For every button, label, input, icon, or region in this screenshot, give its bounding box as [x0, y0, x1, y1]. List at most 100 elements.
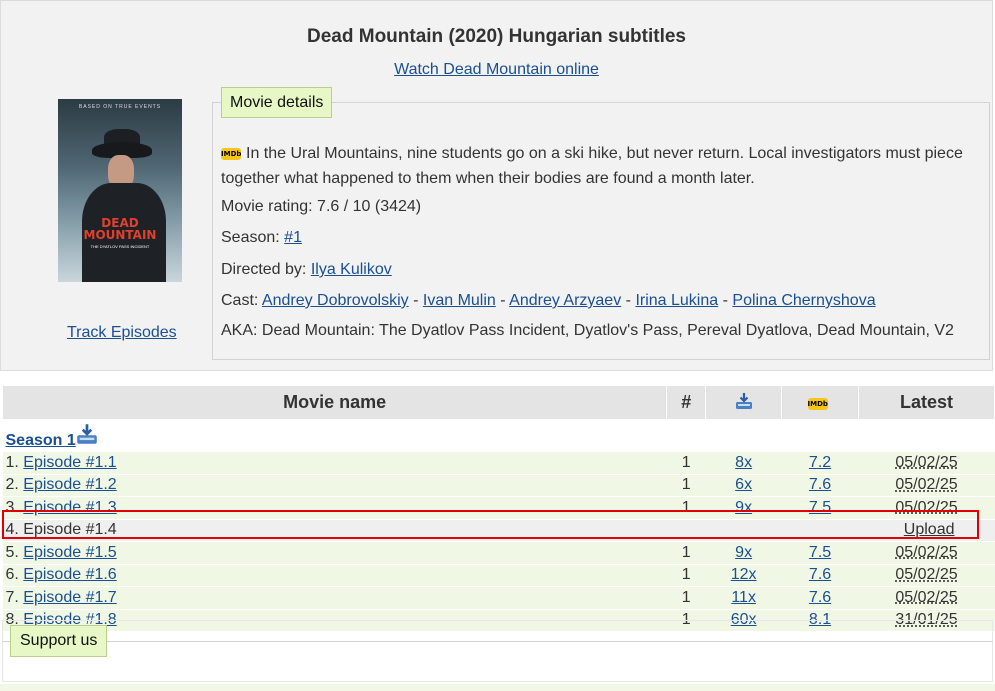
- episode-count: [666, 519, 706, 542]
- episode-index: 1.: [5, 453, 19, 471]
- episode-downloads-link[interactable]: 12x: [731, 566, 757, 583]
- watch-online-link-wrap: Watch Dead Mountain online: [0, 61, 993, 79]
- episodes-table: Movie name # IMDb Latest Season 1 1. Epi…: [1, 385, 995, 632]
- episode-rating-link[interactable]: 7.5: [809, 544, 831, 561]
- header-movie-name[interactable]: Movie name: [1, 385, 668, 420]
- cast-separator: -: [500, 292, 506, 309]
- season-row: Season 1: [3, 420, 995, 453]
- description-text: In the Ural Mountains, nine students go …: [221, 145, 963, 187]
- cast-label: Cast:: [221, 292, 259, 309]
- cast-link[interactable]: Andrey Dobrovolskiy: [262, 292, 409, 309]
- table-row: 6. Episode #1.6 1 12x 7.6 05/02/25: [2, 564, 995, 587]
- movie-details-legend: Movie details: [221, 87, 333, 118]
- episode-rating-link[interactable]: 7.6: [809, 589, 831, 606]
- episode-rating-link[interactable]: 7.5: [809, 499, 831, 516]
- episode-count: 1: [666, 541, 706, 565]
- table-row: 2. Episode #1.2 1 6x 7.6 05/02/25: [2, 474, 995, 497]
- episode-count: 1: [666, 564, 706, 587]
- episode-link[interactable]: Episode #1.5: [23, 544, 116, 561]
- support-us-button[interactable]: Support us: [10, 625, 108, 657]
- movie-poster[interactable]: BASED ON TRUE EVENTS DEAD MOUNTAIN THE D…: [58, 99, 182, 282]
- aka-label: AKA:: [221, 322, 258, 339]
- episode-downloads-link[interactable]: 11x: [731, 589, 756, 606]
- episode-rating-link[interactable]: 7.2: [809, 454, 831, 471]
- upload-link[interactable]: Upload: [904, 521, 955, 538]
- episode-link[interactable]: Episode #1.3: [23, 499, 116, 516]
- table-header-row: Movie name # IMDb Latest: [1, 385, 995, 420]
- cast-link[interactable]: Andrey Arzyaev: [509, 292, 621, 309]
- episode-index: 6.: [5, 566, 19, 584]
- episode-count: 1: [666, 496, 706, 520]
- cast-separator: -: [722, 292, 728, 309]
- track-episodes-link[interactable]: Track Episodes: [67, 324, 177, 342]
- header-imdb-rating[interactable]: IMDb: [781, 385, 860, 420]
- episode-index: 4.: [5, 521, 19, 539]
- directed-label: Directed by:: [221, 261, 307, 278]
- episode-latest-date: 05/02/25: [895, 588, 958, 606]
- season-label: Season:: [221, 229, 280, 246]
- table-row: 4. Episode #1.4 Upload: [2, 519, 995, 542]
- cast-link[interactable]: Ivan Mulin: [423, 292, 496, 309]
- cast-link[interactable]: Polina Chernyshova: [732, 292, 875, 309]
- imdb-icon: IMDb: [807, 398, 828, 410]
- episodes-table-wrap: Movie name # IMDb Latest Season 1 1. Epi…: [1, 385, 995, 632]
- season-1-link[interactable]: #1: [284, 229, 302, 246]
- cast-link[interactable]: Irina Lukina: [635, 292, 718, 309]
- episode-downloads-link[interactable]: 9x: [735, 544, 752, 561]
- table-row: 3. Episode #1.3 1 9x 7.5 05/02/25: [2, 496, 995, 520]
- episode-downloads: [705, 519, 782, 542]
- episode-latest-date: 05/02/25: [895, 476, 958, 494]
- episode-count: 1: [666, 452, 706, 475]
- aka-value: Dead Mountain: The Dyatlov Pass Incident…: [261, 322, 954, 339]
- download-icon: [735, 393, 752, 409]
- header-latest[interactable]: Latest: [858, 385, 995, 420]
- movie-rating: Movie rating: 7.6 / 10 (3424): [221, 198, 421, 216]
- director-line: Directed by: Ilya Kulikov: [221, 261, 392, 279]
- page-title: Dead Mountain (2020) Hungarian subtitles: [307, 26, 686, 47]
- director-link[interactable]: Ilya Kulikov: [311, 261, 392, 278]
- poster-title: DEAD MOUNTAIN: [58, 217, 182, 241]
- episode-link[interactable]: Episode #1.6: [23, 566, 116, 583]
- episode-index: 7.: [5, 588, 19, 606]
- episode-index: 5.: [5, 543, 19, 561]
- episode-name: Episode #1.4: [23, 521, 117, 539]
- episode-count: 1: [666, 586, 706, 610]
- cast-line: Cast: Andrey Dobrovolskiy - Ivan Mulin -…: [221, 292, 876, 310]
- cast-separator: -: [625, 292, 631, 309]
- poster-title-line2: MOUNTAIN: [83, 228, 157, 242]
- poster-subtitle: THE DYATLOV PASS INCIDENT: [90, 244, 150, 249]
- episode-link[interactable]: Episode #1.2: [23, 476, 116, 493]
- table-row: 1. Episode #1.1 1 8x 7.2 05/02/25: [2, 452, 995, 475]
- support-box: [2, 620, 993, 682]
- cast-separator: -: [413, 292, 419, 309]
- imdb-icon: IMDb: [221, 148, 242, 160]
- episode-downloads-link[interactable]: 6x: [735, 476, 752, 493]
- season-1-heading-link[interactable]: Season 1: [6, 432, 76, 449]
- rating-value: 7.6 / 10 (3424): [317, 198, 422, 215]
- season-line: Season: #1: [221, 229, 302, 247]
- episode-link[interactable]: Episode #1.1: [23, 454, 116, 471]
- episode-downloads-link[interactable]: 8x: [735, 454, 752, 471]
- table-row: 7. Episode #1.7 1 11x 7.6 05/02/25: [2, 586, 995, 610]
- header-downloads[interactable]: [705, 385, 783, 420]
- episode-index: 3.: [5, 498, 19, 516]
- episode-rating-link[interactable]: 7.6: [809, 476, 831, 493]
- episode-count: 1: [666, 474, 706, 497]
- poster-tagline: BASED ON TRUE EVENTS: [78, 104, 162, 110]
- episode-index: 2.: [5, 476, 19, 494]
- episode-rating-link[interactable]: 7.6: [809, 566, 831, 583]
- watch-online-link[interactable]: Watch Dead Mountain online: [394, 61, 599, 78]
- episode-downloads-link[interactable]: 9x: [735, 499, 752, 516]
- season-download-icon[interactable]: [76, 423, 98, 445]
- episode-latest-date: 05/02/25: [895, 498, 958, 516]
- rating-label: Movie rating:: [221, 198, 313, 215]
- episode-latest-date: 05/02/25: [895, 453, 958, 471]
- support-divider: [2, 641, 993, 642]
- bottom-strip: [0, 684, 995, 691]
- header-count[interactable]: #: [666, 385, 707, 420]
- episode-link[interactable]: Episode #1.7: [23, 589, 116, 606]
- episode-latest-date: 05/02/25: [895, 543, 958, 561]
- episode-rating: [781, 519, 859, 542]
- movie-description: IMDb In the Ural Mountains, nine students…: [221, 141, 981, 191]
- episode-latest-date: 05/02/25: [895, 566, 958, 584]
